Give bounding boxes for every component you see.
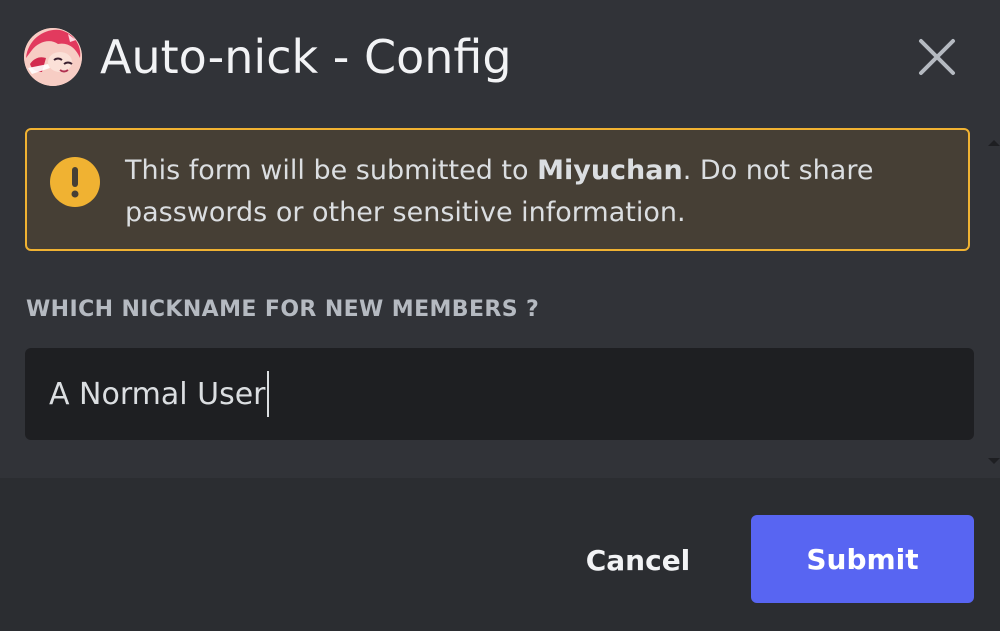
config-modal: Auto-nick - Config This form will be sub… — [0, 0, 1000, 631]
notice-text-before: This form will be submitted to — [125, 155, 538, 186]
nickname-field-label: WHICH NICKNAME FOR NEW MEMBERS ? — [26, 297, 540, 322]
scroll-up-arrow[interactable] — [988, 140, 1000, 146]
close-button[interactable] — [910, 30, 964, 84]
warning-icon — [50, 157, 100, 207]
modal-footer: Cancel Submit — [0, 478, 1000, 631]
modal-title: Auto-nick - Config — [100, 30, 512, 84]
warning-notice: This form will be submitted to Miyuchan.… — [25, 128, 970, 251]
anime-avatar-icon — [24, 28, 82, 86]
close-icon — [919, 39, 955, 75]
notice-text: This form will be submitted to Miyuchan.… — [125, 150, 945, 234]
submit-button[interactable]: Submit — [751, 515, 974, 603]
cancel-button[interactable]: Cancel — [568, 516, 708, 604]
scroll-down-arrow[interactable] — [988, 458, 1000, 464]
notice-bot-name: Miyuchan — [537, 155, 683, 186]
nickname-input-value: A Normal User — [49, 376, 266, 412]
text-caret — [266, 371, 269, 417]
nickname-input[interactable]: A Normal User — [25, 348, 974, 440]
modal-header: Auto-nick - Config — [0, 0, 1000, 118]
